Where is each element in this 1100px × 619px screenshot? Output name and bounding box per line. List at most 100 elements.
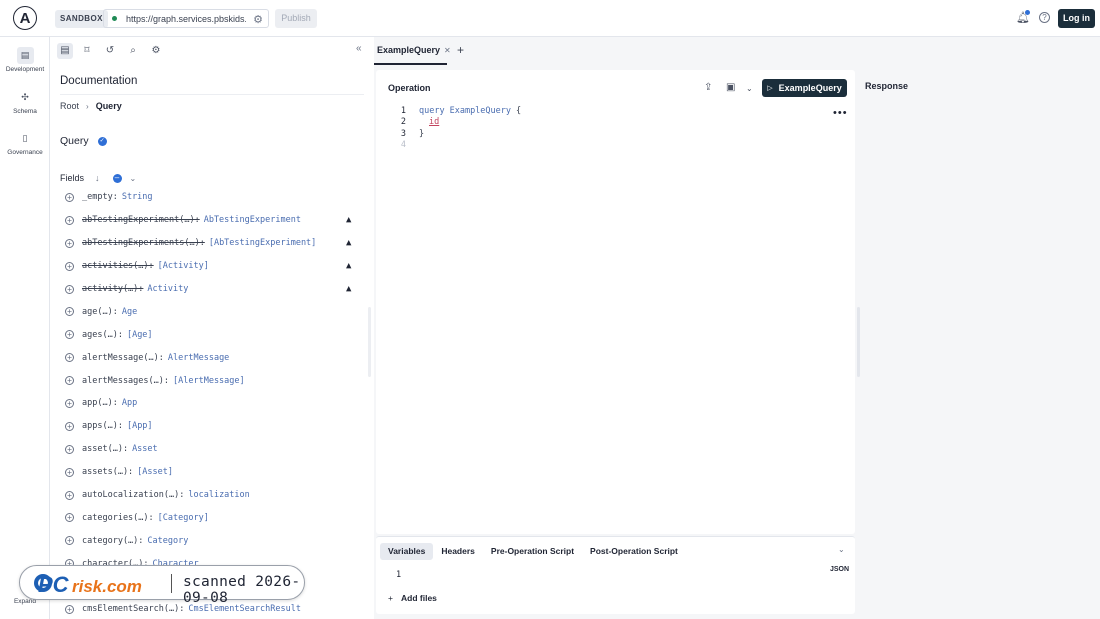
add-field-icon[interactable]: +: [65, 467, 74, 477]
code-brace: }: [419, 128, 425, 139]
share-icon[interactable]: ⇪: [704, 82, 712, 93]
field-row[interactable]: + apps(…): [App]: [50, 415, 366, 438]
settings-icon[interactable]: ⚙: [148, 43, 164, 59]
run-label: ExampleQuery: [778, 83, 842, 93]
bookmark-icon[interactable]: ⌑: [79, 43, 95, 59]
breadcrumb-root[interactable]: Root: [60, 101, 79, 111]
field-row[interactable]: + alertMessages(…): [AlertMessage]: [50, 369, 366, 392]
add-field-icon[interactable]: +: [65, 215, 74, 225]
sort-down-icon[interactable]: ↓: [95, 173, 100, 183]
publish-button[interactable]: Publish: [275, 9, 317, 28]
tab-post-operation-script[interactable]: Post-Operation Script: [582, 543, 686, 560]
field-type[interactable]: [Activity]: [158, 261, 209, 271]
field-row[interactable]: + activity(…): Activity ▲: [50, 278, 366, 301]
field-name: apps(…):: [82, 421, 123, 432]
add-field-icon[interactable]: +: [65, 376, 74, 386]
panel-resize-handle[interactable]: [368, 307, 371, 377]
field-type[interactable]: App: [122, 398, 137, 408]
add-field-icon[interactable]: +: [65, 238, 74, 248]
variables-tabs: Variables Headers Pre-Operation Script P…: [380, 543, 686, 560]
more-options-icon[interactable]: •••: [833, 107, 848, 119]
add-field-icon[interactable]: +: [65, 444, 74, 454]
field-row[interactable]: + category(…): Category: [50, 529, 366, 552]
add-field-icon[interactable]: +: [65, 261, 74, 271]
field-row[interactable]: + age(…): Age: [50, 300, 366, 323]
add-field-icon[interactable]: +: [65, 536, 74, 546]
field-type[interactable]: AlertMessage: [168, 353, 229, 363]
nav-label: Schema: [13, 108, 37, 115]
field-row[interactable]: + categories(…): [Category]: [50, 506, 366, 529]
nav-item-governance[interactable]: ▯ Governance: [0, 130, 50, 156]
field-row[interactable]: + alertMessage(…): AlertMessage: [50, 346, 366, 369]
add-field-icon[interactable]: +: [65, 490, 74, 500]
collapse-panel-icon[interactable]: «: [356, 43, 362, 54]
chevron-down-icon[interactable]: ⌄: [130, 174, 137, 183]
add-files-button[interactable]: + Add files: [388, 593, 437, 603]
pcrisk-logo: PC risk.com: [34, 572, 142, 597]
tab-pre-operation-script[interactable]: Pre-Operation Script: [483, 543, 582, 560]
field-row[interactable]: + ages(…): [Age]: [50, 323, 366, 346]
apollo-logo[interactable]: A: [13, 6, 37, 30]
field-row[interactable]: + autoLocalization(…): localization: [50, 484, 366, 507]
endpoint-url-field[interactable]: https://graph.services.pbskids.org ⚙: [103, 9, 269, 28]
save-icon[interactable]: ▣: [726, 82, 735, 93]
field-row[interactable]: + _empty: String: [50, 186, 366, 209]
check-icon: ✓: [97, 136, 107, 146]
tab-example-query[interactable]: ExampleQuery ✕: [374, 37, 451, 65]
nav-item-development[interactable]: ▤ Development: [0, 47, 50, 73]
field-type[interactable]: localization: [188, 490, 249, 500]
field-row[interactable]: + abTestingExperiments(…): [AbTestingExper…: [50, 232, 366, 255]
chevron-down-icon[interactable]: ⌄: [838, 545, 845, 554]
field-row[interactable]: + assets(…): [Asset]: [50, 461, 366, 484]
field-type[interactable]: [AbTestingExperiment]: [209, 238, 316, 248]
chevron-down-icon[interactable]: ⌄: [746, 84, 753, 93]
add-tab-icon[interactable]: +: [457, 43, 464, 57]
search-icon[interactable]: ⌕: [125, 43, 141, 59]
add-field-icon[interactable]: +: [65, 353, 74, 363]
field-row[interactable]: + abTestingExperiment(…): AbTestingExperim…: [50, 209, 366, 232]
tab-variables[interactable]: Variables: [380, 543, 434, 560]
field-type[interactable]: Activity: [147, 284, 188, 294]
divider: [60, 94, 364, 95]
field-row[interactable]: + app(…): App: [50, 392, 366, 415]
collapse-all-icon[interactable]: –: [112, 173, 122, 183]
add-field-icon[interactable]: +: [65, 604, 74, 614]
nav-item-schema[interactable]: ✣ Schema: [0, 89, 50, 115]
svg-text:PC: PC: [38, 572, 70, 597]
field-type[interactable]: Age: [122, 307, 137, 317]
json-mode-label[interactable]: JSON: [830, 566, 849, 573]
field-row[interactable]: + asset(…): Asset: [50, 438, 366, 461]
field-type[interactable]: Asset: [132, 444, 158, 454]
add-field-icon[interactable]: +: [65, 192, 74, 202]
field-type[interactable]: [Asset]: [137, 467, 173, 477]
add-field-icon[interactable]: +: [65, 513, 74, 523]
add-field-icon[interactable]: +: [65, 398, 74, 408]
documentation-icon[interactable]: ▤: [57, 43, 73, 59]
fields-list: + _empty: String + abTestingExperiment(…): Ab…: [50, 186, 366, 619]
gear-icon[interactable]: ⚙: [253, 13, 263, 26]
run-query-button[interactable]: ▷ ExampleQuery: [762, 79, 847, 97]
warning-icon: ▲: [346, 260, 352, 271]
add-field-icon[interactable]: +: [65, 284, 74, 294]
warning-icon: ▲: [346, 283, 352, 294]
field-name: cmsElementSearch(…):: [82, 604, 185, 615]
close-icon[interactable]: ✕: [444, 46, 451, 55]
field-type[interactable]: [Age]: [127, 330, 153, 340]
add-field-icon[interactable]: +: [65, 307, 74, 317]
field-type[interactable]: [AlertMessage]: [173, 376, 245, 386]
login-button[interactable]: Log in: [1058, 9, 1095, 28]
field-row[interactable]: + activities(…): [Activity] ▲: [50, 255, 366, 278]
field-type[interactable]: String: [122, 192, 153, 202]
field-type[interactable]: Category: [147, 536, 188, 546]
top-bar: A SANDBOX https://graph.services.pbskids…: [0, 0, 1100, 37]
field-type[interactable]: [Category]: [158, 513, 209, 523]
tab-label: ExampleQuery: [377, 45, 441, 55]
code-editor[interactable]: 1 query ExampleQuery { 2 id 3 } 4: [390, 106, 521, 151]
tab-headers[interactable]: Headers: [433, 543, 483, 560]
field-type[interactable]: AbTestingExperiment: [204, 215, 301, 225]
add-field-icon[interactable]: +: [65, 421, 74, 431]
history-icon[interactable]: ↺: [102, 43, 118, 59]
help-icon[interactable]: ?: [1039, 12, 1050, 23]
add-field-icon[interactable]: +: [65, 330, 74, 340]
field-type[interactable]: [App]: [127, 421, 153, 431]
